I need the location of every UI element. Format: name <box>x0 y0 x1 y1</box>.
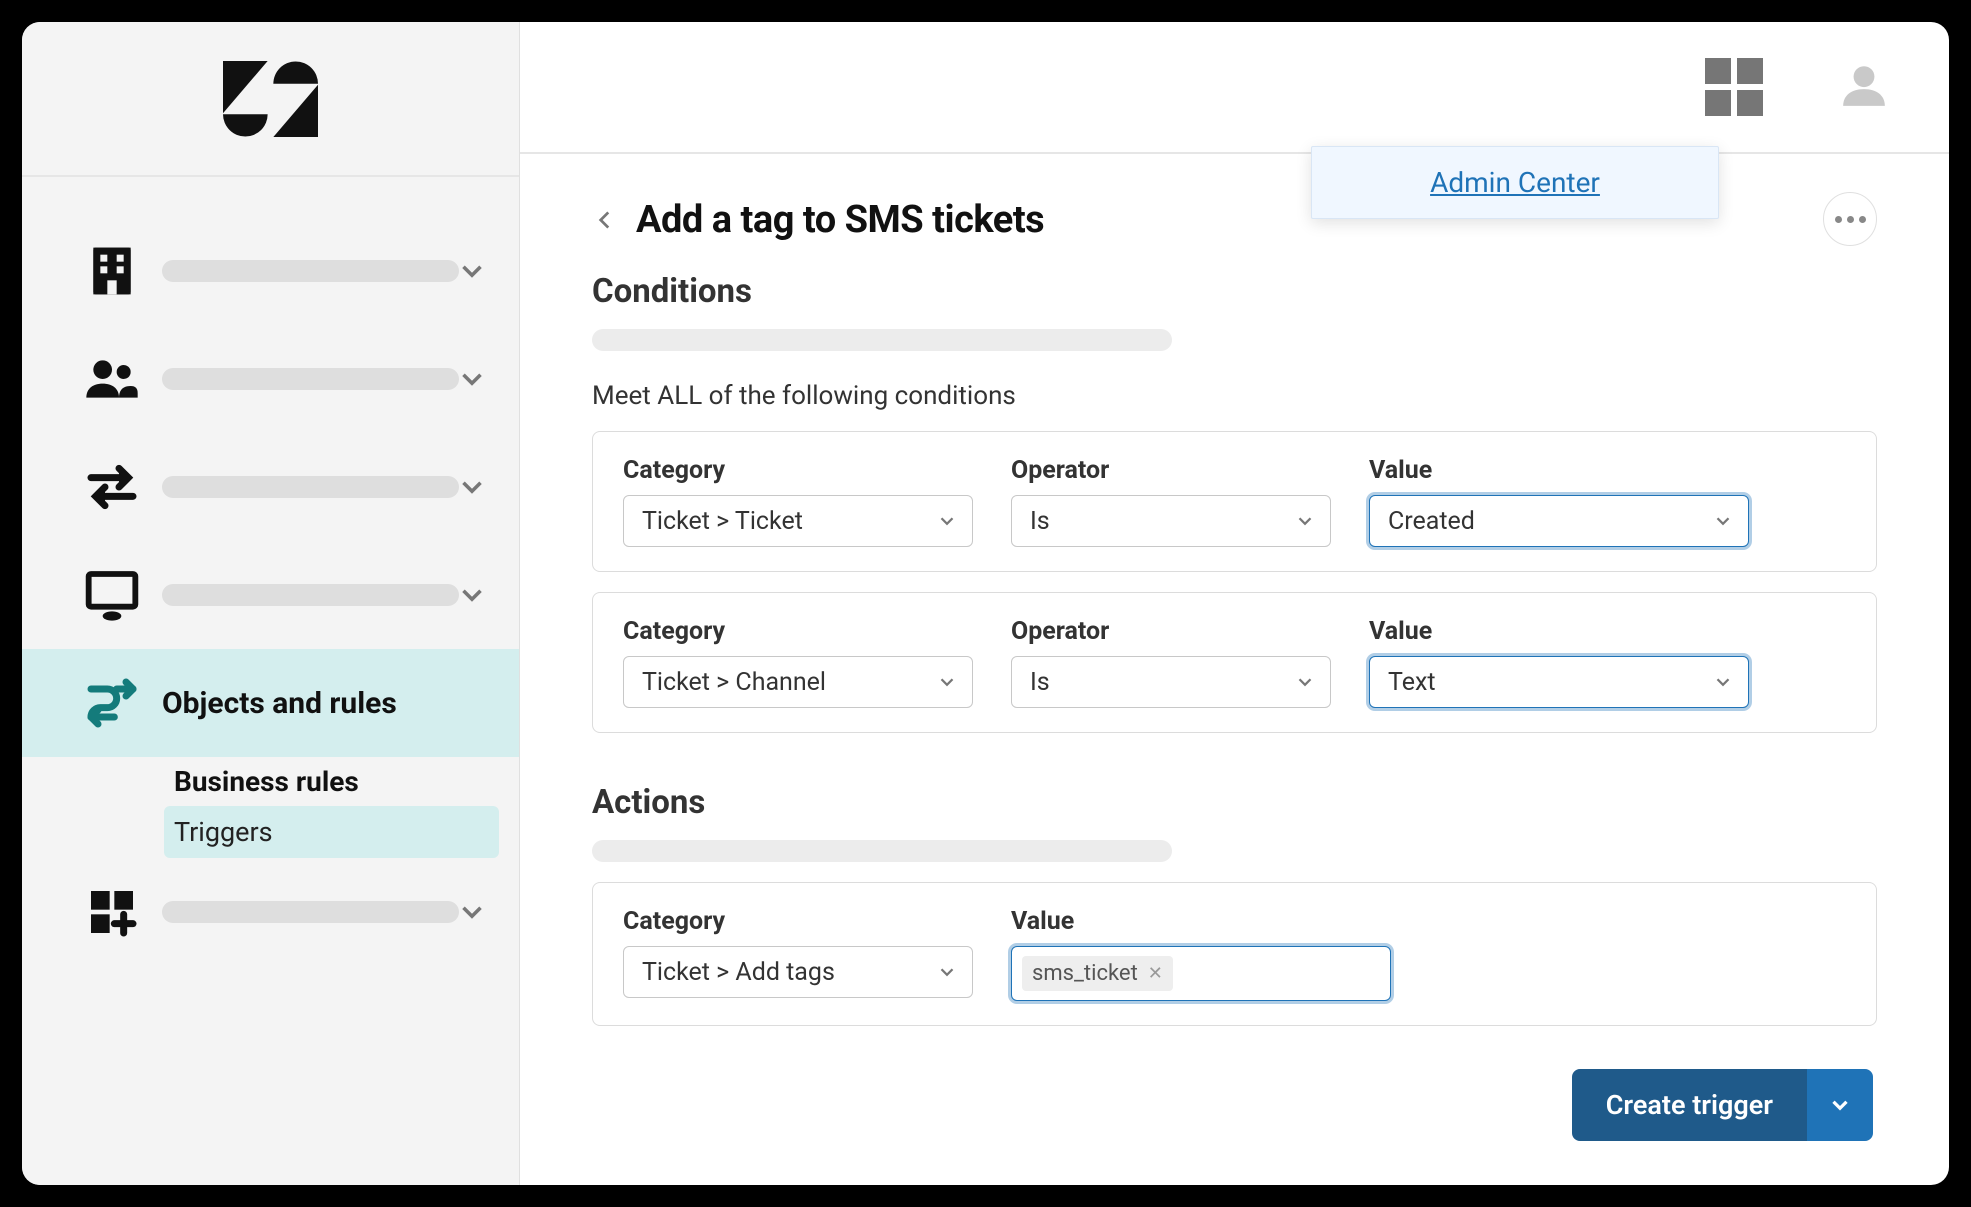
select-value: Is <box>1030 507 1050 536</box>
footer-actions: Create trigger <box>1572 1069 1873 1141</box>
action-row: Category Ticket > Add tags Value sms_tic… <box>592 882 1877 1026</box>
back-icon[interactable] <box>592 207 618 233</box>
select-value: Is <box>1030 668 1050 697</box>
field-label-operator: Operator <box>1011 456 1331 485</box>
chevron-down-icon <box>1294 671 1316 693</box>
field-label-category: Category <box>623 617 973 646</box>
chevron-down-icon <box>936 671 958 693</box>
conditions-heading: Conditions <box>592 272 1877 311</box>
condition-category-select[interactable]: Ticket > Channel <box>623 656 973 708</box>
field-label-value: Value <box>1011 907 1391 936</box>
create-trigger-button[interactable]: Create trigger <box>1572 1069 1807 1141</box>
nav-item-placeholder <box>162 901 459 923</box>
select-value: Ticket > Ticket <box>642 507 803 536</box>
page-title: Add a tag to SMS tickets <box>636 198 1044 242</box>
building-icon <box>82 243 142 299</box>
nav-item-label: Objects and rules <box>162 686 397 721</box>
nav-item-placeholder <box>162 260 459 282</box>
field-label-category: Category <box>623 456 973 485</box>
zendesk-logo-icon <box>223 59 318 139</box>
products-dropdown: Admin Center <box>1311 146 1719 219</box>
field-label-category: Category <box>623 907 973 936</box>
action-tag-input[interactable]: sms_ticket ✕ <box>1011 946 1391 1001</box>
nav-item-objects-rules[interactable]: Objects and rules <box>22 649 519 757</box>
nav-item-placeholder <box>162 368 459 390</box>
actions-heading: Actions <box>592 783 1877 822</box>
nav-subgroup-heading: Business rules <box>164 757 499 806</box>
field-label-value: Value <box>1369 456 1749 485</box>
workflow-icon <box>82 675 142 731</box>
products-icon[interactable] <box>1705 58 1763 116</box>
condition-category-select[interactable]: Ticket > Ticket <box>623 495 973 547</box>
people-icon <box>82 351 142 407</box>
main: Admin Center Add a tag to SMS tickets Co… <box>520 22 1949 1185</box>
field-label-operator: Operator <box>1011 617 1331 646</box>
create-trigger-menu-button[interactable] <box>1807 1069 1873 1141</box>
monitor-icon <box>82 567 142 623</box>
content: Add a tag to SMS tickets Conditions Meet… <box>520 154 1949 1026</box>
tag-remove-icon[interactable]: ✕ <box>1148 965 1163 983</box>
condition-row: Category Ticket > Channel Operator Is <box>592 592 1877 733</box>
nav-sub-item-triggers[interactable]: Triggers <box>164 806 499 858</box>
arrows-icon <box>82 459 142 515</box>
nav-item-channels[interactable] <box>22 433 519 541</box>
nav-item-placeholder <box>162 584 459 606</box>
chevron-down-icon <box>455 578 489 612</box>
tag-chip: sms_ticket ✕ <box>1022 956 1173 991</box>
nav-item-apps[interactable] <box>22 858 519 966</box>
select-value: Ticket > Add tags <box>642 958 835 987</box>
nav-item-placeholder <box>162 476 459 498</box>
topbar: Admin Center <box>520 22 1949 154</box>
condition-operator-select[interactable]: Is <box>1011 656 1331 708</box>
actions-subtitle-placeholder <box>592 840 1172 862</box>
field-label-value: Value <box>1369 617 1749 646</box>
conditions-all-label: Meet ALL of the following conditions <box>592 381 1877 411</box>
chevron-down-icon <box>1827 1092 1853 1118</box>
chevron-down-icon <box>1712 510 1734 532</box>
chevron-down-icon <box>936 510 958 532</box>
more-actions-button[interactable] <box>1823 192 1877 246</box>
chevron-down-icon <box>455 470 489 504</box>
chevron-down-icon <box>455 362 489 396</box>
nav-subgroup: Business rules Triggers <box>22 757 519 858</box>
action-category-select[interactable]: Ticket > Add tags <box>623 946 973 998</box>
condition-value-select[interactable]: Created <box>1369 495 1749 547</box>
tag-text: sms_ticket <box>1032 961 1138 986</box>
logo <box>22 22 519 177</box>
select-value: Ticket > Channel <box>642 668 826 697</box>
condition-operator-select[interactable]: Is <box>1011 495 1331 547</box>
nav-item-account[interactable] <box>22 217 519 325</box>
sidebar: Objects and rules Business rules Trigger… <box>22 22 520 1185</box>
chevron-down-icon <box>1712 671 1734 693</box>
profile-icon[interactable] <box>1839 60 1889 114</box>
chevron-down-icon <box>936 961 958 983</box>
condition-value-select[interactable]: Text <box>1369 656 1749 708</box>
nav-item-people[interactable] <box>22 325 519 433</box>
apps-plus-icon <box>82 884 142 940</box>
select-value: Created <box>1388 507 1475 536</box>
nav-item-workspaces[interactable] <box>22 541 519 649</box>
conditions-subtitle-placeholder <box>592 329 1172 351</box>
chevron-down-icon <box>455 254 489 288</box>
admin-center-link[interactable]: Admin Center <box>1430 166 1600 199</box>
select-value: Text <box>1388 668 1436 697</box>
chevron-down-icon <box>1294 510 1316 532</box>
chevron-down-icon <box>455 895 489 929</box>
condition-row: Category Ticket > Ticket Operator Is <box>592 431 1877 572</box>
nav: Objects and rules Business rules Trigger… <box>22 177 519 966</box>
